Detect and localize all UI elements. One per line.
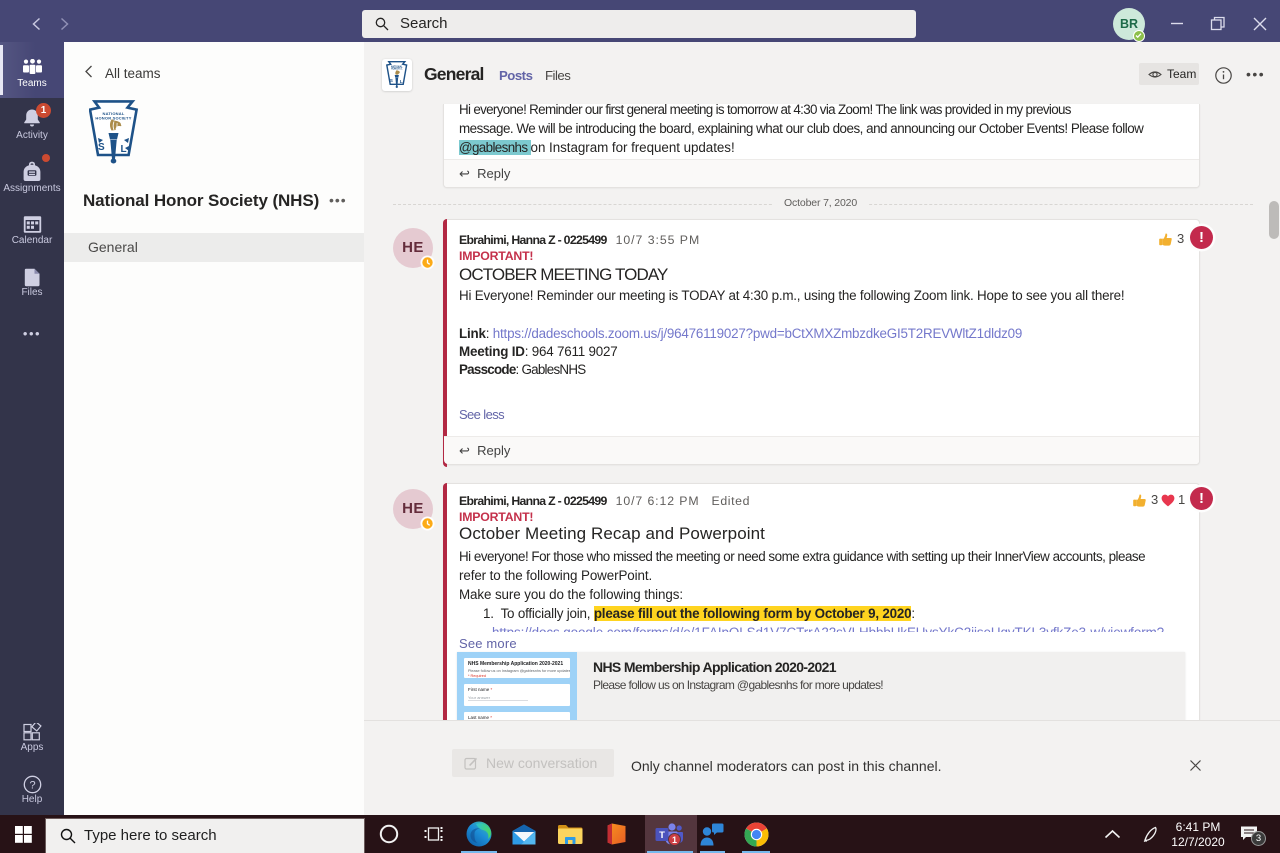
svg-text:L: L xyxy=(400,79,403,84)
svg-text:L: L xyxy=(121,144,127,155)
svg-text:S: S xyxy=(390,78,393,83)
svg-text:HONOR SOCIETY: HONOR SOCIETY xyxy=(95,116,131,121)
svg-text:S: S xyxy=(98,142,105,153)
svg-text:?: ? xyxy=(29,780,35,792)
svg-text:T: T xyxy=(659,830,665,841)
